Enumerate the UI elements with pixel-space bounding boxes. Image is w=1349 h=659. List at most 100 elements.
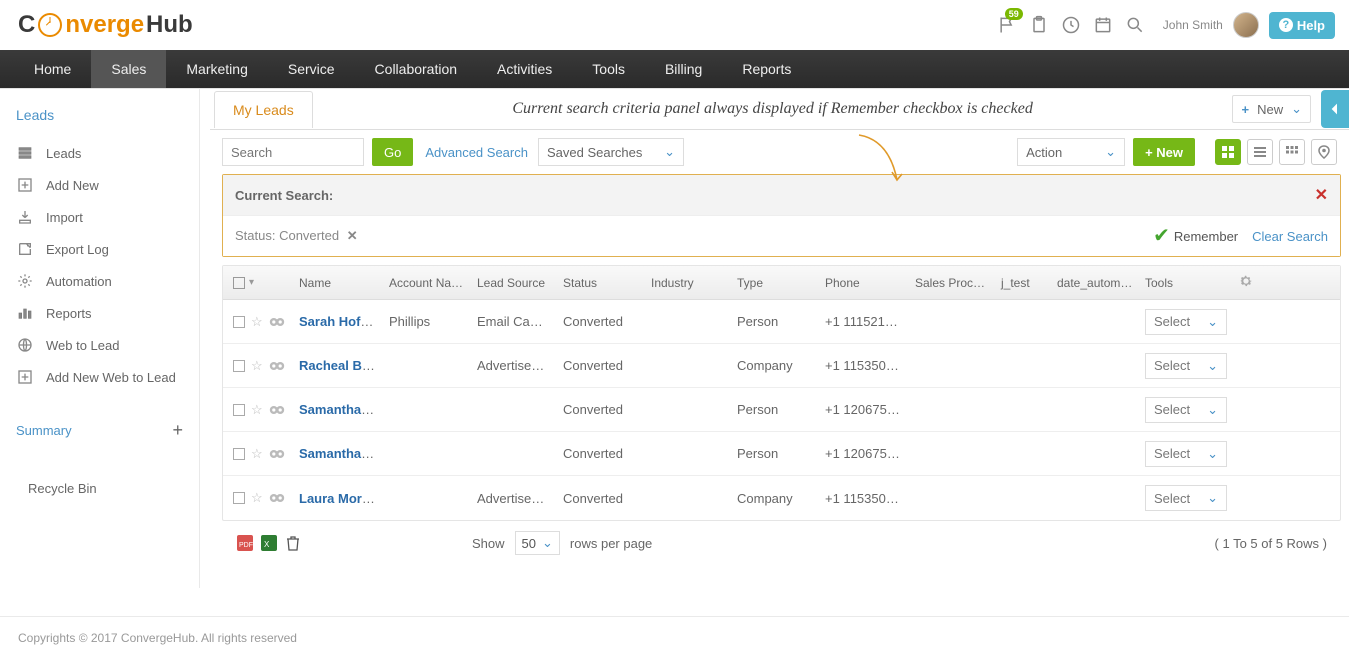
view-grid-icon[interactable] [1215, 139, 1241, 165]
row-checkbox[interactable] [233, 492, 245, 504]
sidebar-recycle-bin[interactable]: Recycle Bin [0, 471, 199, 506]
sidebar-item-add-new-web-to-lead[interactable]: Add New Web to Lead [0, 361, 199, 393]
recycle-label: Recycle Bin [28, 481, 97, 496]
cell-phone: +1 1206753… [819, 402, 909, 417]
sidebar-item-export-log[interactable]: Export Log [0, 233, 199, 265]
sidebar-item-leads[interactable]: Leads [0, 137, 199, 169]
chevron-down-icon: ⌄ [1207, 446, 1218, 462]
row-tool-select[interactable]: Select⌄ [1145, 397, 1227, 423]
nav-item-activities[interactable]: Activities [477, 50, 572, 88]
row-tool-select[interactable]: Select⌄ [1145, 485, 1227, 511]
nav-item-billing[interactable]: Billing [645, 50, 722, 88]
row-tool-select[interactable]: Select⌄ [1145, 309, 1227, 335]
avatar[interactable] [1233, 12, 1259, 38]
sidebar-summary[interactable]: Summary + [0, 409, 199, 451]
th-account[interactable]: Account Name [383, 276, 471, 290]
th-industry[interactable]: Industry [645, 276, 731, 290]
chevron-down-icon: ⌄ [664, 144, 675, 160]
nav-item-reports[interactable]: Reports [722, 50, 811, 88]
sidebar: Leads LeadsAdd NewImportExport LogAutoma… [0, 89, 200, 588]
star-icon[interactable]: ☆ [251, 490, 263, 506]
nav-item-sales[interactable]: Sales [91, 50, 166, 88]
th-type[interactable]: Type [731, 276, 819, 290]
new-dropdown[interactable]: + New ⌄ [1232, 95, 1311, 123]
star-icon[interactable]: ☆ [251, 446, 263, 462]
search-icon[interactable] [1125, 15, 1145, 35]
th-status[interactable]: Status [557, 276, 645, 290]
nav-item-service[interactable]: Service [268, 50, 355, 88]
saved-searches-select[interactable]: Saved Searches ⌄ [538, 138, 684, 166]
sidebar-item-web-to-lead[interactable]: Web to Lead [0, 329, 199, 361]
lead-name-link[interactable]: Sarah Hoffner [299, 314, 383, 329]
cell-type: Person [731, 402, 819, 417]
svg-text:X: X [264, 540, 270, 549]
gear-icon[interactable] [1231, 273, 1261, 292]
star-icon[interactable]: ☆ [251, 402, 263, 418]
chevron-down-icon: ⌄ [1207, 490, 1218, 506]
nav-item-home[interactable]: Home [0, 50, 91, 88]
row-checkbox[interactable] [233, 360, 245, 372]
calendar-icon[interactable] [1093, 15, 1113, 35]
row-checkbox[interactable] [233, 316, 245, 328]
sidebar-item-reports[interactable]: Reports [0, 297, 199, 329]
clock-icon[interactable] [1061, 15, 1081, 35]
delete-icon[interactable] [284, 534, 302, 552]
sidebar-title[interactable]: Leads [0, 99, 199, 131]
sidebar-item-add-new[interactable]: Add New [0, 169, 199, 201]
cell-type: Person [731, 314, 819, 329]
go-button[interactable]: Go [372, 138, 413, 166]
th-phone[interactable]: Phone [819, 276, 909, 290]
tab-my-leads[interactable]: My Leads [214, 91, 313, 128]
row-checkbox[interactable] [233, 404, 245, 416]
lead-name-link[interactable]: Samantha p… [299, 446, 383, 461]
owl-icon[interactable] [269, 404, 285, 416]
lead-name-link[interactable]: Samantha … [299, 402, 378, 417]
remove-chip-icon[interactable]: ✕ [347, 228, 358, 243]
select-all-checkbox[interactable] [233, 277, 245, 289]
owl-icon[interactable] [269, 492, 285, 504]
help-button[interactable]: Help [1269, 12, 1335, 39]
new-button[interactable]: + New [1133, 138, 1195, 166]
export-pdf-icon[interactable]: PDF [236, 534, 254, 552]
row-tool-select[interactable]: Select⌄ [1145, 441, 1227, 467]
remember-checkbox[interactable]: ✔ Remember [1153, 229, 1238, 244]
collapse-panel-button[interactable] [1321, 90, 1349, 128]
th-sales-process[interactable]: Sales Process [909, 276, 995, 290]
view-kanban-icon[interactable] [1279, 139, 1305, 165]
nav-item-collaboration[interactable]: Collaboration [355, 50, 478, 88]
nav-item-tools[interactable]: Tools [572, 50, 645, 88]
chevron-down-icon[interactable]: ▾ [249, 277, 254, 288]
sidebar-item-automation[interactable]: Automation [0, 265, 199, 297]
th-jtest[interactable]: j_test [995, 276, 1051, 290]
action-select[interactable]: Action ⌄ [1017, 138, 1125, 166]
lead-name-link[interactable]: Laura Morgan [299, 491, 383, 506]
close-icon[interactable]: ✕ [1315, 185, 1328, 205]
plus-icon[interactable]: + [172, 420, 183, 441]
clear-search-link[interactable]: Clear Search [1252, 229, 1328, 244]
view-map-icon[interactable] [1311, 139, 1337, 165]
row-tool-select[interactable]: Select⌄ [1145, 353, 1227, 379]
th-date[interactable]: date_autom… [1051, 276, 1139, 290]
th-name[interactable]: Name [293, 276, 383, 290]
brand-seg-c: C [18, 11, 35, 39]
sidebar-item-import[interactable]: Import [0, 201, 199, 233]
user-name[interactable]: John Smith [1163, 18, 1223, 32]
nav-item-marketing[interactable]: Marketing [166, 50, 267, 88]
owl-icon[interactable] [269, 448, 285, 460]
row-checkbox[interactable] [233, 448, 245, 460]
clipboard-icon[interactable] [1029, 15, 1049, 35]
flag-icon[interactable]: 59 [997, 15, 1017, 35]
owl-icon[interactable] [269, 316, 285, 328]
page-size-select[interactable]: 50 ⌄ [515, 531, 560, 555]
owl-icon[interactable] [269, 360, 285, 372]
search-input[interactable] [222, 138, 364, 166]
star-icon[interactable]: ☆ [251, 314, 263, 330]
annotation-arrow-icon [849, 130, 909, 190]
advanced-search-link[interactable]: Advanced Search [425, 145, 528, 160]
export-xls-icon[interactable]: X [260, 534, 278, 552]
th-source[interactable]: Lead Source [471, 276, 557, 290]
star-icon[interactable]: ☆ [251, 358, 263, 374]
view-list-icon[interactable] [1247, 139, 1273, 165]
lead-name-link[interactable]: Racheal Bev… [299, 358, 383, 373]
brand-logo[interactable]: C nverge Hub [18, 11, 193, 39]
